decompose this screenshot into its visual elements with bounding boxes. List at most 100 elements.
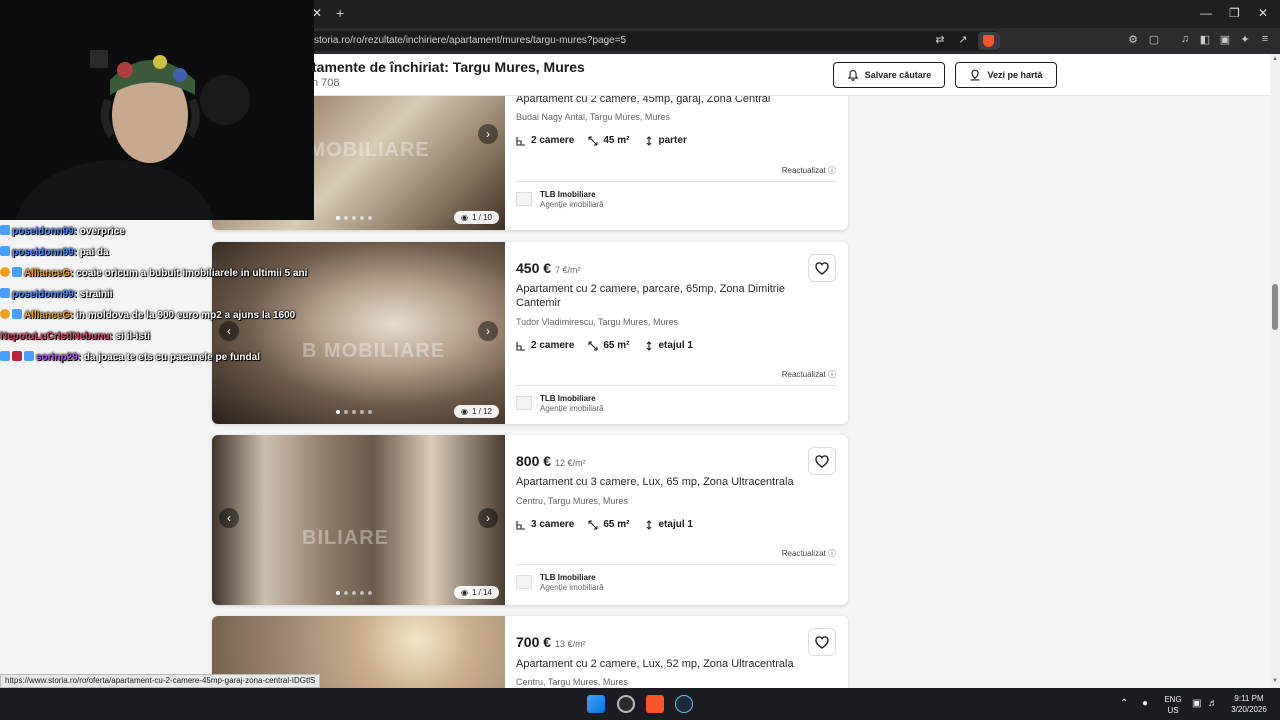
favorite-button[interactable] bbox=[808, 447, 836, 475]
badge-icon bbox=[0, 309, 10, 319]
area-value: 45 m² bbox=[603, 135, 630, 146]
window-close-icon[interactable]: ✕ bbox=[1258, 6, 1268, 20]
media-icon[interactable]: ♫ bbox=[1178, 33, 1192, 47]
favorite-button[interactable] bbox=[808, 254, 836, 282]
listing-address: Centru, Targu Mures, Mures bbox=[516, 496, 628, 506]
share-icon[interactable]: ↗ bbox=[956, 33, 970, 47]
listing-address: Tudor Vladimirescu, Targu Mures, Mures bbox=[516, 317, 679, 327]
chat-text: pai da bbox=[79, 247, 109, 258]
obs-icon[interactable] bbox=[617, 695, 635, 713]
menu-icon[interactable]: ≡ bbox=[1258, 33, 1272, 47]
brave-shields-icon[interactable] bbox=[978, 32, 1000, 50]
listing-card[interactable]: BILIARE ‹ › ◉ 1 / 14 800 €12 €/m² Apartam… bbox=[212, 435, 848, 605]
photo-counter: ◉ 1 / 12 bbox=[454, 405, 499, 418]
area-icon bbox=[588, 519, 598, 530]
wallet-icon[interactable]: ▣ bbox=[1218, 33, 1232, 47]
area-value: 65 m² bbox=[603, 340, 630, 351]
language-top[interactable]: ENG bbox=[1163, 695, 1183, 704]
price-per-sqm: 13 €/m² bbox=[555, 639, 586, 649]
next-photo-button[interactable]: › bbox=[478, 124, 498, 144]
badge-icon bbox=[12, 351, 22, 361]
save-search-label: Salvare căutare bbox=[864, 70, 932, 80]
rooms-count: 3 camere bbox=[531, 519, 575, 530]
brave-browser-icon[interactable] bbox=[646, 695, 664, 713]
heart-icon bbox=[815, 636, 829, 649]
floor-value: etajul 1 bbox=[658, 340, 693, 351]
area-icon bbox=[588, 135, 598, 146]
minimize-icon[interactable]: — bbox=[1200, 6, 1212, 20]
camera-icon: ◉ bbox=[461, 407, 468, 416]
badge-icon bbox=[12, 309, 22, 319]
listing-features: 2 camere 45 m² parter bbox=[516, 135, 687, 146]
tab-search-icon[interactable]: ▢ bbox=[1147, 33, 1161, 47]
prev-photo-button[interactable]: ‹ bbox=[219, 508, 239, 528]
agency-name[interactable]: TLB Imobiliare bbox=[540, 190, 596, 199]
listing-title[interactable]: Apartament cu 3 camere, Lux, 65 mp, Zona… bbox=[516, 475, 806, 489]
chat-text: da joaca te ets cu pacanele pe fundal bbox=[83, 352, 260, 363]
badge-icon bbox=[0, 225, 10, 235]
chat-overlay: poseidonn99: overprice poseidonn99: pai … bbox=[0, 224, 360, 371]
restore-icon[interactable]: ❐ bbox=[1229, 6, 1240, 20]
clock-time[interactable]: 9:11 PM bbox=[1228, 694, 1270, 703]
chat-user: poseidonn99: bbox=[12, 247, 78, 258]
badge-icon bbox=[0, 351, 10, 361]
agency-name[interactable]: TLB Imobiliare bbox=[540, 394, 596, 403]
photo-watermark: BILIARE bbox=[302, 527, 389, 549]
scroll-down-icon[interactable]: ▼ bbox=[1272, 678, 1278, 684]
chat-message: AllianceG: coaie oricum a bubuit imobili… bbox=[0, 266, 360, 287]
tray-overflow-icon[interactable]: ⌃ bbox=[1120, 698, 1128, 709]
chat-text: coaie oricum a bubuit imobiliarele in ul… bbox=[76, 268, 308, 279]
scroll-up-icon[interactable]: ▲ bbox=[1272, 56, 1278, 62]
map-pin-icon bbox=[970, 69, 980, 81]
listing-price: 450 €7 €/m² bbox=[516, 260, 581, 276]
chat-text: strainii bbox=[79, 289, 113, 300]
badge-icon bbox=[0, 267, 10, 277]
bell-icon bbox=[847, 69, 858, 81]
photo-dots bbox=[336, 216, 372, 220]
listing-title[interactable]: Apartament cu 2 camere, parcare, 65mp, Z… bbox=[516, 282, 806, 310]
chat-user: AllianceG: bbox=[24, 268, 74, 279]
new-tab-button[interactable]: + bbox=[336, 5, 344, 21]
listing-address: Centru, Targu Mures, Mures bbox=[516, 677, 628, 687]
language-bottom[interactable]: US bbox=[1163, 706, 1183, 715]
microphone-icon[interactable]: ● bbox=[1142, 698, 1148, 709]
price-per-sqm: 7 €/m² bbox=[555, 265, 581, 275]
info-icon: ⓘ bbox=[828, 370, 836, 379]
area-value: 65 m² bbox=[603, 519, 630, 530]
listing-address: Budai Nagy Antal, Targu Mures, Mures bbox=[516, 112, 670, 122]
listing-title[interactable]: Apartament cu 2 camere, Lux, 52 mp, Zona… bbox=[516, 657, 806, 671]
scroll-thumb[interactable] bbox=[1272, 284, 1278, 330]
translate-icon[interactable]: ⇄ bbox=[933, 33, 947, 47]
floor-icon bbox=[646, 135, 651, 146]
steam-icon[interactable] bbox=[675, 695, 693, 713]
chat-user: poseidonn99: bbox=[12, 289, 78, 300]
chat-text: si il-isti bbox=[115, 331, 150, 342]
save-search-button[interactable]: Salvare căutare bbox=[833, 62, 945, 88]
view-map-button[interactable]: Vezi pe hartă bbox=[955, 62, 1057, 88]
extensions-icon[interactable]: ⚙ bbox=[1126, 33, 1140, 47]
next-photo-button[interactable]: › bbox=[478, 508, 498, 528]
photo-dots bbox=[336, 410, 372, 414]
listing-photo[interactable]: BILIARE ‹ › ◉ 1 / 14 bbox=[212, 435, 505, 605]
leo-icon[interactable]: ✦ bbox=[1238, 33, 1252, 47]
status-url: https://www.storia.ro/ro/oferta/apartame… bbox=[0, 674, 321, 688]
chat-message: poseidonn99: pai da bbox=[0, 245, 360, 266]
agency-logo bbox=[516, 192, 532, 206]
photo-counter: ◉ 1 / 10 bbox=[454, 211, 499, 224]
clock-date[interactable]: 3/20/2026 bbox=[1228, 705, 1270, 714]
start-icon[interactable] bbox=[587, 695, 605, 713]
sidebar-icon[interactable]: ◧ bbox=[1198, 33, 1212, 47]
chat-message: poseidonn99: strainii bbox=[0, 287, 360, 308]
updated-label: Reactualizat ⓘ bbox=[781, 370, 836, 379]
url-text[interactable]: storia.ro/ro/rezultate/inchiriere/aparta… bbox=[314, 35, 626, 46]
page-scrollbar[interactable]: ▲ ▼ bbox=[1270, 54, 1280, 688]
volume-icon[interactable]: ♬ bbox=[1208, 698, 1218, 709]
network-icon[interactable]: ▣ bbox=[1192, 698, 1201, 709]
chat-text: in moldova de la 900 euro mp2 a ajuns la… bbox=[76, 310, 296, 321]
agency-name[interactable]: TLB Imobiliare bbox=[540, 573, 596, 582]
favorite-button[interactable] bbox=[808, 628, 836, 656]
price-per-sqm: 12 €/m² bbox=[555, 458, 586, 468]
chat-text: overprice bbox=[79, 226, 125, 237]
next-photo-button[interactable]: › bbox=[478, 321, 498, 341]
camera-icon: ◉ bbox=[461, 213, 468, 222]
